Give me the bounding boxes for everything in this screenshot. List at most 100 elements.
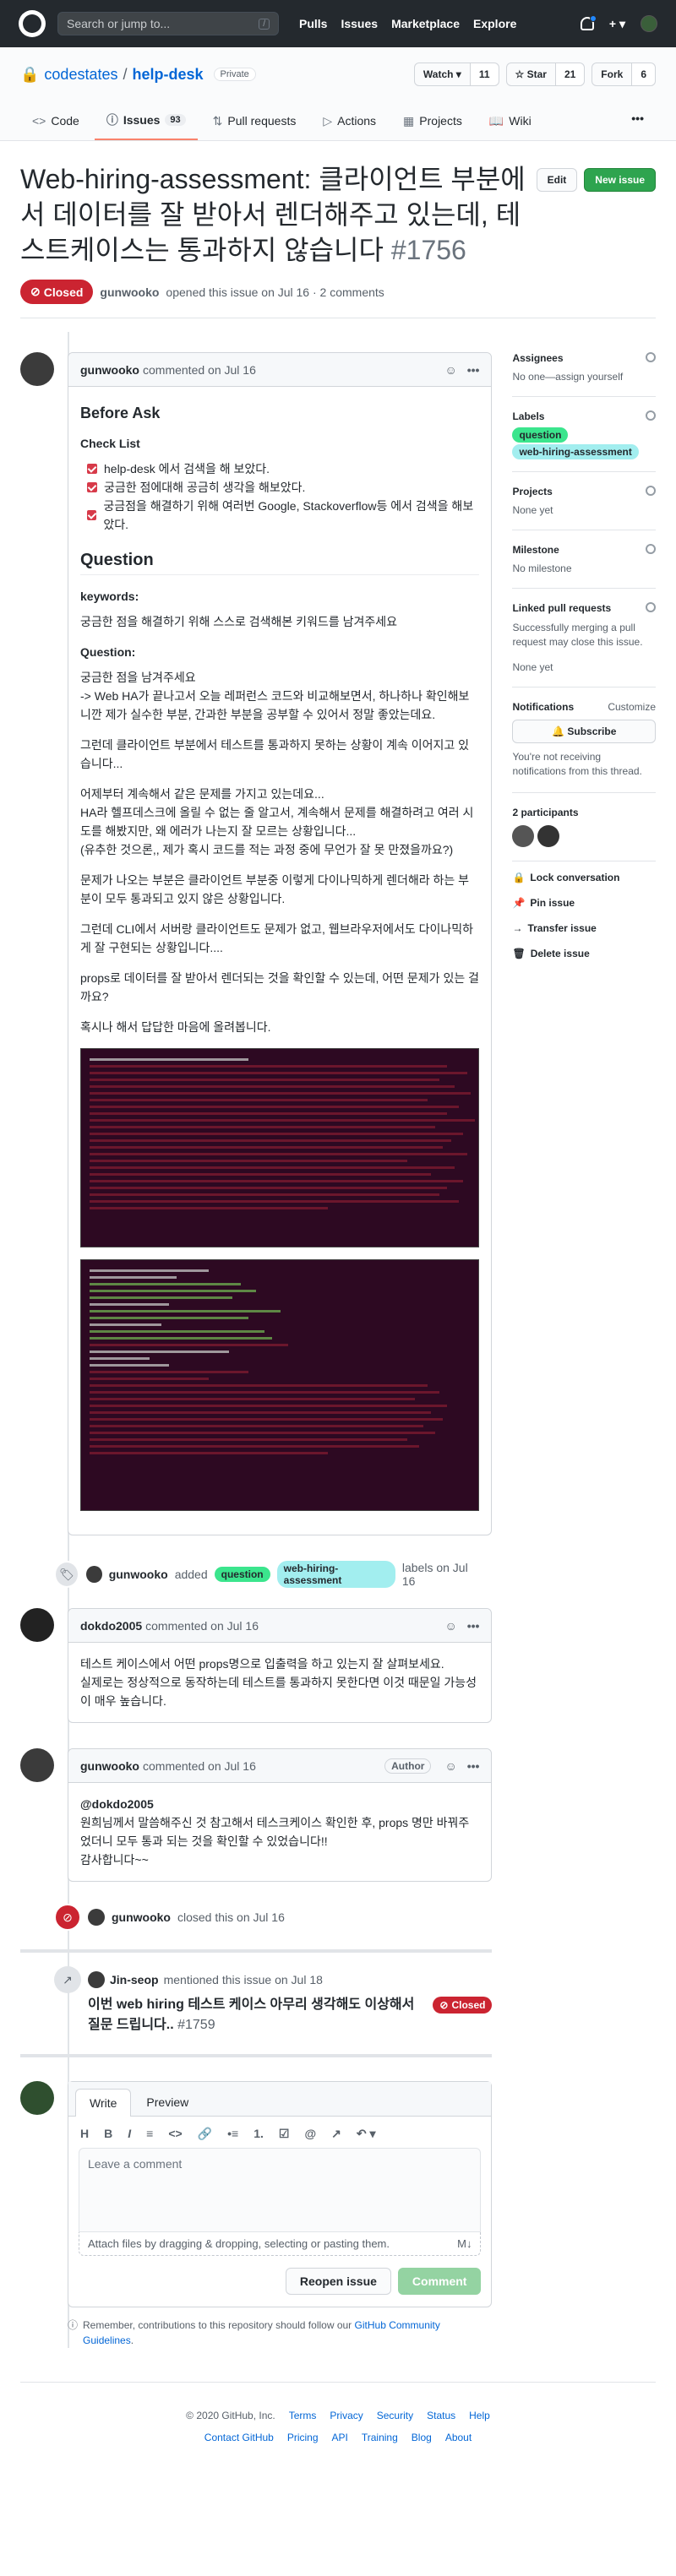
link-icon[interactable]: 🔗 <box>198 2127 212 2141</box>
event-actor[interactable]: gunwooko <box>112 1910 171 1924</box>
labels-heading[interactable]: Labels <box>512 410 544 422</box>
issue-author-link[interactable]: gunwooko <box>100 285 159 299</box>
footer-link-api[interactable]: API <box>332 2432 348 2443</box>
footer-link-pricing[interactable]: Pricing <box>287 2432 319 2443</box>
bold-icon[interactable]: B <box>104 2127 112 2141</box>
assignees-value[interactable]: No one—assign yourself <box>512 371 656 383</box>
star-count[interactable]: 21 <box>554 63 585 85</box>
quote-icon[interactable]: ≡ <box>146 2127 153 2141</box>
gear-icon[interactable] <box>646 352 656 362</box>
event-actor-avatar[interactable] <box>88 1971 105 1988</box>
edit-title-button[interactable]: Edit <box>536 168 578 192</box>
label-web-hiring-assessment[interactable]: web-hiring-assessment <box>276 1561 395 1588</box>
saved-replies-icon[interactable]: ↶ ▾ <box>357 2127 376 2141</box>
watch-button[interactable]: Watch ▾ 11 <box>413 62 499 86</box>
nav-pulls[interactable]: Pulls <box>299 17 327 30</box>
comment-button[interactable]: Comment <box>397 2268 482 2295</box>
comment-author[interactable]: dokdo2005 <box>80 1619 142 1633</box>
footer-link-terms[interactable]: Terms <box>289 2410 317 2421</box>
gear-icon[interactable] <box>646 486 656 496</box>
tab-pull-requests[interactable]: ⇅ Pull requests <box>201 105 308 140</box>
preview-tab[interactable]: Preview <box>133 2089 202 2116</box>
tab-issues[interactable]: ⓘ Issues 93 <box>94 105 198 140</box>
event-actor-avatar[interactable] <box>86 1566 102 1583</box>
more-menu-button[interactable]: ••• <box>619 105 656 140</box>
write-tab[interactable]: Write <box>75 2089 132 2117</box>
label-question[interactable]: question <box>512 427 569 443</box>
customize-link[interactable]: Customize <box>608 701 656 713</box>
participant-avatar[interactable] <box>537 825 560 847</box>
event-actor-avatar[interactable] <box>88 1909 105 1926</box>
gear-icon[interactable] <box>646 602 656 612</box>
label-web-hiring-assessment[interactable]: web-hiring-assessment <box>512 444 639 459</box>
gear-icon[interactable] <box>646 544 656 554</box>
transfer-issue-button[interactable]: → Transfer issue <box>512 922 656 934</box>
nav-explore[interactable]: Explore <box>473 17 516 30</box>
comment-options-icon[interactable]: ••• <box>467 363 480 377</box>
referenced-issue-link[interactable]: 이번 web hiring 테스트 케이스 아무리 생각해도 이상해서 질문 드… <box>88 1995 426 2035</box>
github-logo-icon[interactable] <box>19 10 46 37</box>
error-screenshot-2[interactable] <box>80 1259 479 1511</box>
tab-code[interactable]: <> Code <box>20 105 91 140</box>
code-icon[interactable]: <> <box>168 2127 182 2141</box>
cross-reference-icon[interactable]: ↗ <box>331 2127 341 2141</box>
star-button[interactable]: ☆ Star 21 <box>505 62 586 86</box>
comment-options-icon[interactable]: ••• <box>467 1619 480 1633</box>
user-avatar[interactable] <box>641 15 657 32</box>
comment-author[interactable]: gunwooko <box>80 363 139 377</box>
comment-meta[interactable]: commented on Jul 16 <box>145 1619 259 1633</box>
gear-icon[interactable] <box>646 410 656 421</box>
lock-conversation-button[interactable]: 🔒 Lock conversation <box>512 872 656 883</box>
event-actor[interactable]: Jin-seop <box>110 1973 159 1986</box>
notification-bell-icon[interactable] <box>580 15 597 30</box>
bullet-list-icon[interactable]: •≡ <box>227 2127 238 2141</box>
current-user-avatar[interactable] <box>20 2081 54 2115</box>
footer-link-about[interactable]: About <box>445 2432 472 2443</box>
new-issue-button[interactable]: New issue <box>584 168 656 192</box>
tab-actions[interactable]: ▷ Actions <box>311 105 388 140</box>
pin-issue-button[interactable]: 📌 Pin issue <box>512 897 656 909</box>
participant-avatar[interactable] <box>512 825 535 847</box>
comment-options-icon[interactable]: ••• <box>467 1759 480 1773</box>
repo-name-link[interactable]: help-desk <box>133 66 204 84</box>
fork-button[interactable]: Fork 6 <box>592 62 656 86</box>
fork-count[interactable]: 6 <box>631 63 655 85</box>
comment-author-avatar[interactable] <box>20 352 54 386</box>
event-actor[interactable]: gunwooko <box>109 1568 168 1581</box>
numbered-list-icon[interactable]: 1. <box>254 2127 264 2141</box>
nav-marketplace[interactable]: Marketplace <box>391 17 460 30</box>
reopen-issue-button[interactable]: Reopen issue <box>285 2268 391 2295</box>
projects-heading[interactable]: Projects <box>512 486 552 497</box>
footer-link-security[interactable]: Security <box>377 2410 413 2421</box>
milestone-heading[interactable]: Milestone <box>512 544 559 556</box>
footer-link-blog[interactable]: Blog <box>412 2432 432 2443</box>
footer-link-contact[interactable]: Contact GitHub <box>204 2432 274 2443</box>
footer-link-training[interactable]: Training <box>362 2432 398 2443</box>
emoji-reaction-icon[interactable]: ☺ <box>444 1759 456 1773</box>
comment-author-avatar[interactable] <box>20 1608 54 1642</box>
nav-issues[interactable]: Issues <box>341 17 378 30</box>
attach-files-area[interactable]: Attach files by dragging & dropping, sel… <box>79 2232 482 2256</box>
watch-count[interactable]: 11 <box>469 63 499 85</box>
markdown-icon[interactable]: M↓ <box>457 2237 472 2250</box>
task-list-icon[interactable]: ☑ <box>279 2127 290 2141</box>
referenced-issue-number[interactable]: #1759 <box>177 2018 215 2032</box>
footer-link-status[interactable]: Status <box>427 2410 455 2421</box>
emoji-reaction-icon[interactable]: ☺ <box>444 1619 456 1633</box>
subscribe-button[interactable]: 🔔 Subscribe <box>512 720 656 743</box>
delete-issue-button[interactable]: 🗑 Delete issue <box>512 948 656 959</box>
emoji-reaction-icon[interactable]: ☺ <box>444 363 456 377</box>
search-input[interactable]: Search or jump to... / <box>57 12 279 35</box>
heading-icon[interactable]: H <box>80 2127 89 2141</box>
comment-author-avatar[interactable] <box>20 1748 54 1782</box>
assignees-heading[interactable]: Assignees <box>512 352 563 364</box>
tab-projects[interactable]: ▦ Projects <box>391 105 474 140</box>
user-mention[interactable]: @dokdo2005 <box>80 1797 154 1811</box>
error-screenshot-1[interactable] <box>80 1048 479 1247</box>
label-question[interactable]: question <box>214 1567 270 1582</box>
comment-author[interactable]: gunwooko <box>80 1759 139 1773</box>
create-new-button[interactable]: + ▾ <box>609 17 625 31</box>
italic-icon[interactable]: I <box>128 2127 131 2141</box>
comment-textarea[interactable]: Leave a comment <box>79 2148 482 2232</box>
mention-icon[interactable]: @ <box>304 2127 316 2141</box>
